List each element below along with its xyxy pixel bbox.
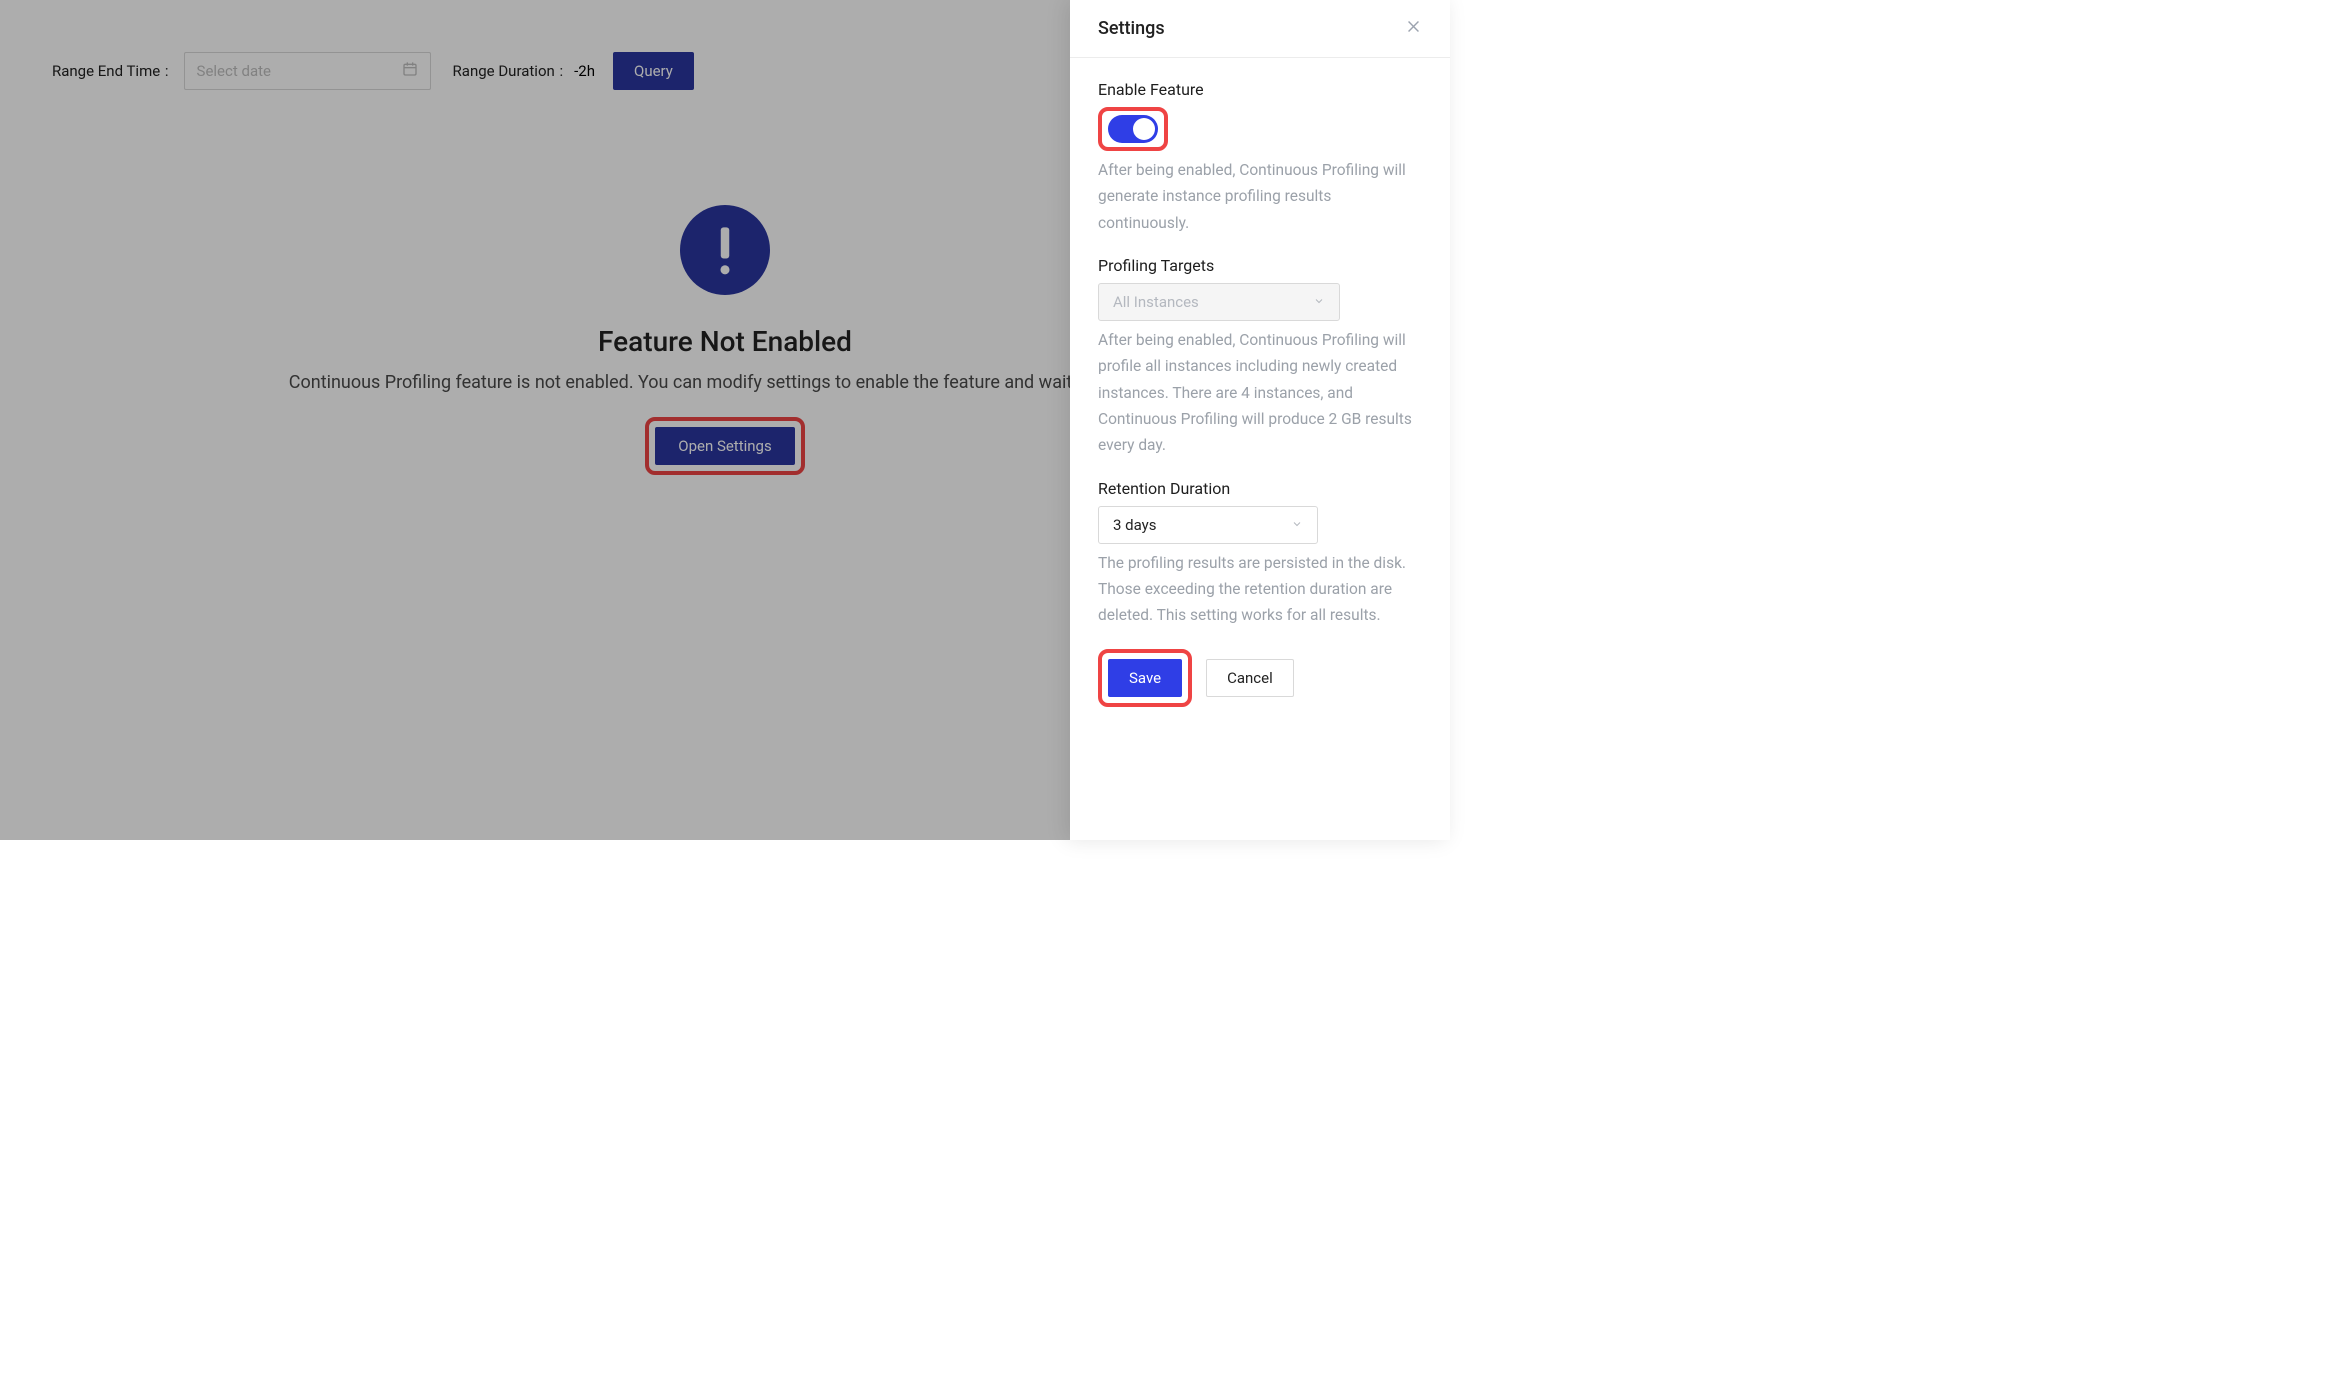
enable-feature-section: Enable Feature After being enabled, Cont…: [1098, 80, 1422, 236]
chevron-down-icon: [1291, 516, 1303, 534]
cancel-button[interactable]: Cancel: [1206, 659, 1294, 697]
retention-select[interactable]: 3 days: [1098, 506, 1318, 544]
retention-section: Retention Duration 3 days The profiling …: [1098, 479, 1422, 629]
select-value: All Instances: [1113, 293, 1199, 311]
profiling-targets-label: Profiling Targets: [1098, 256, 1422, 275]
drawer-title: Settings: [1098, 18, 1165, 39]
close-icon[interactable]: [1405, 18, 1422, 39]
retention-label: Retention Duration: [1098, 479, 1422, 498]
select-value: 3 days: [1113, 516, 1157, 534]
drawer-body: Enable Feature After being enabled, Cont…: [1070, 58, 1450, 735]
drawer-header: Settings: [1070, 0, 1450, 58]
highlight-save: Save: [1098, 649, 1192, 707]
drawer-footer-actions: Save Cancel: [1098, 649, 1422, 707]
highlight-enable-toggle: [1098, 107, 1168, 151]
chevron-down-icon: [1313, 293, 1325, 311]
settings-drawer: Settings Enable Feature After being enab…: [1070, 0, 1450, 840]
save-button[interactable]: Save: [1108, 659, 1182, 697]
enable-feature-toggle[interactable]: [1108, 115, 1158, 143]
enable-feature-label: Enable Feature: [1098, 80, 1422, 99]
profiling-targets-section: Profiling Targets All Instances After be…: [1098, 256, 1422, 459]
profiling-targets-help: After being enabled, Continuous Profilin…: [1098, 327, 1422, 459]
profiling-targets-select[interactable]: All Instances: [1098, 283, 1340, 321]
retention-help: The profiling results are persisted in t…: [1098, 550, 1422, 629]
toggle-knob: [1133, 118, 1155, 140]
enable-feature-help: After being enabled, Continuous Profilin…: [1098, 157, 1422, 236]
